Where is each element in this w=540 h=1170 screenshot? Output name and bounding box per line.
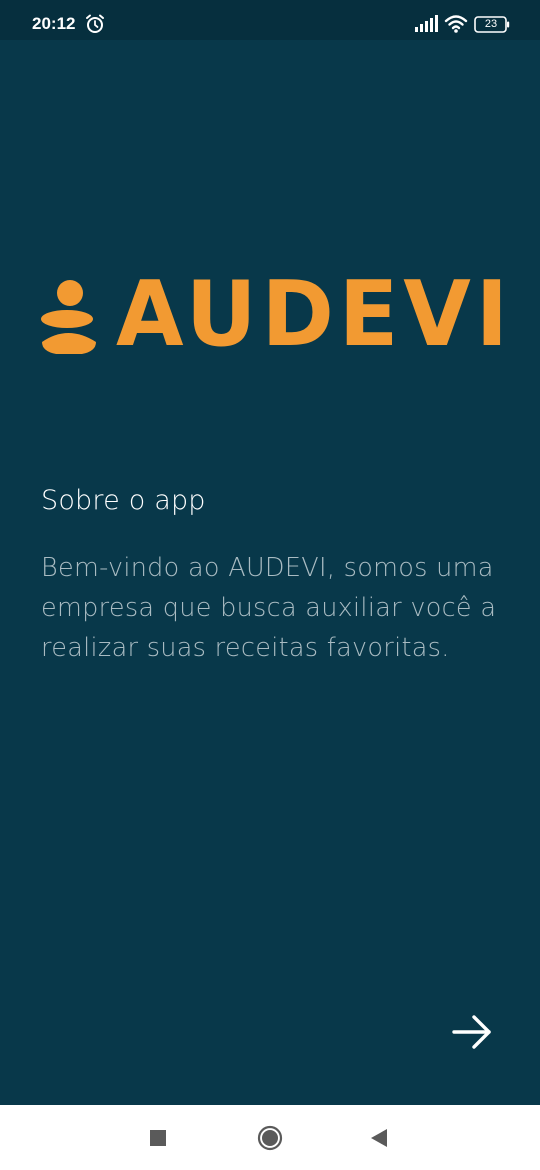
audevi-logo: AUDEVI: [40, 270, 508, 360]
back-icon[interactable]: [369, 1128, 389, 1148]
section-body: Bem-vindo ao AUDEVI, somos uma empresa q…: [41, 553, 497, 663]
section-title: Sobre o app: [41, 485, 206, 516]
status-bar: 20:12 23: [0, 0, 540, 40]
navigation-bar: [0, 1105, 540, 1170]
alarm-icon: [86, 14, 104, 33]
next-button[interactable]: [448, 1008, 496, 1056]
signal-icon: [415, 15, 438, 32]
status-time: 20:12: [32, 14, 76, 33]
home-icon[interactable]: [257, 1125, 283, 1151]
battery-level: 23: [484, 18, 498, 30]
logo-text: AUDEVI: [116, 262, 514, 367]
wifi-icon: [444, 15, 468, 33]
recents-icon[interactable]: [150, 1130, 166, 1146]
arrow-right-icon: [452, 1015, 491, 1049]
logo-mark-icon: [41, 280, 96, 354]
